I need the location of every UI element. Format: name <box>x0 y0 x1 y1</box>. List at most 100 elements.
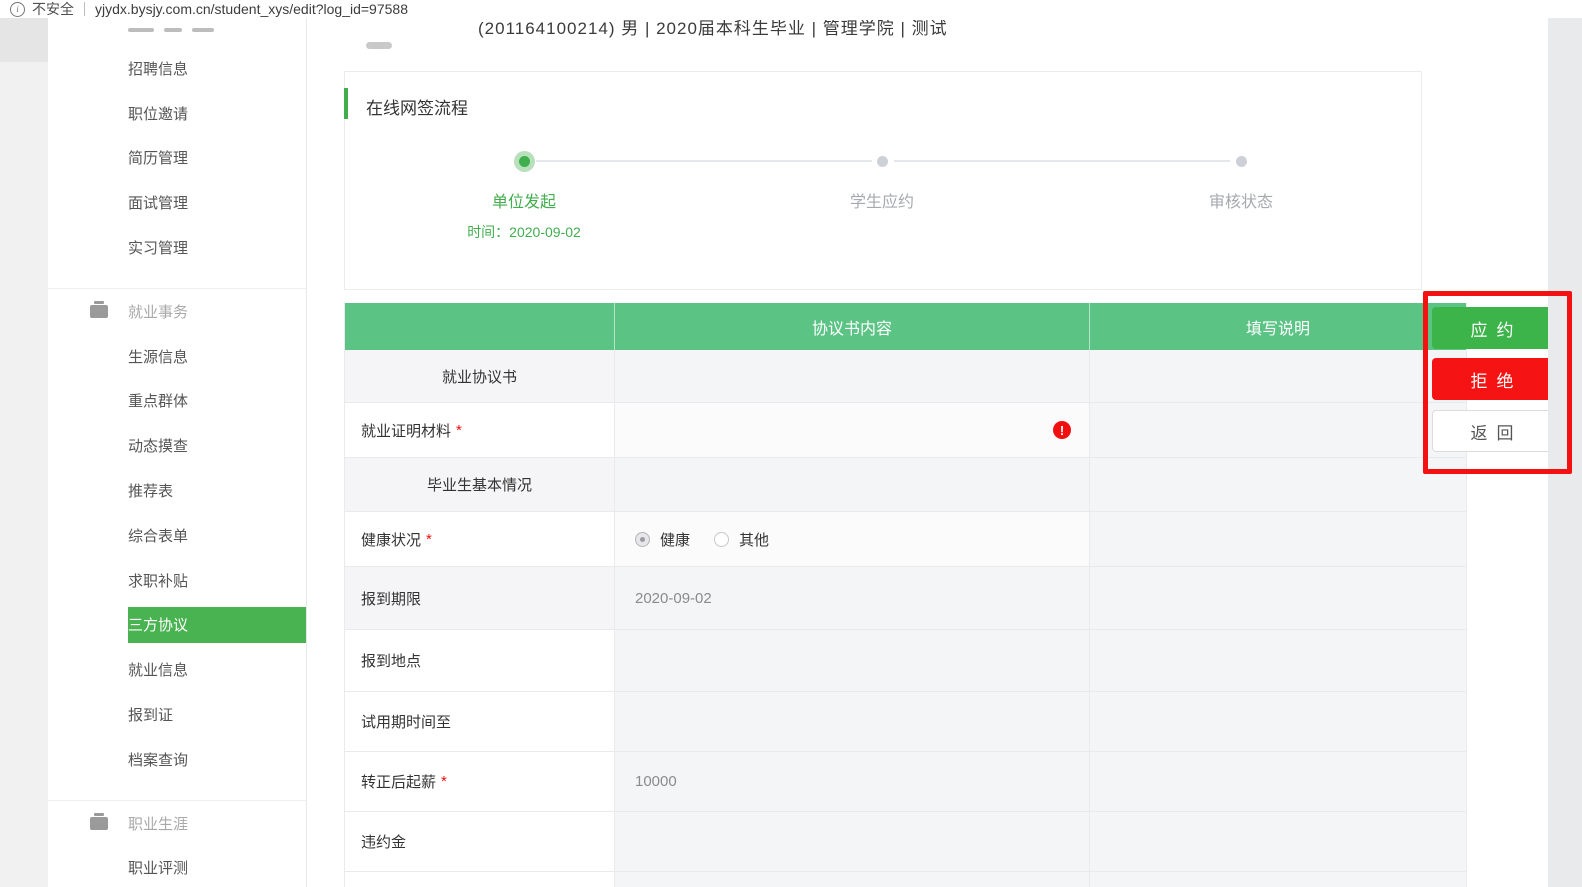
step-active-dot <box>519 156 530 167</box>
sidebar-item-实习管理[interactable]: 实习管理 <box>48 225 306 270</box>
app-window: i 不安全 yjydx.bysjy.com.cn/student_xys/edi… <box>0 0 1582 887</box>
sidebar-item-求职补贴[interactable]: 求职补贴 <box>48 558 306 603</box>
archive-box-icon <box>90 305 108 318</box>
header-cell-empty <box>345 303 615 350</box>
agreement-table: 协议书内容 填写说明 就业协议书就业证明材料*! 毕业生基本情况健康状况 * 健康 其他… <box>344 303 1467 887</box>
radio-其他[interactable] <box>714 532 729 547</box>
sidebar-item-报到证[interactable]: 报到证 <box>48 692 306 737</box>
title-accent-bar <box>344 88 348 119</box>
row-content-cell: 健康 其他 <box>615 512 1090 567</box>
row-content-cell <box>615 630 1090 692</box>
row-note-cell <box>1090 812 1466 872</box>
row-note-cell <box>1090 512 1466 567</box>
row-label: 报到期限 <box>361 588 421 609</box>
gutter-top-block <box>0 18 48 62</box>
sidebar-item-职业评测[interactable]: 职业评测 <box>48 846 306 887</box>
row-label: 转正后起薪 <box>361 771 436 792</box>
clipped-menu-item-fragment <box>48 18 306 46</box>
sidebar-item-动态摸查[interactable]: 动态摸查 <box>48 423 306 468</box>
sidebar-group: 职业生涯职业评测 <box>48 800 306 887</box>
step-label-2: 学生应约 <box>802 188 962 212</box>
row-content-cell <box>615 458 1090 512</box>
header-cell-content: 协议书内容 <box>615 303 1090 350</box>
row-note-cell <box>1090 872 1466 887</box>
sidebar-item-就业信息[interactable]: 就业信息 <box>48 647 306 692</box>
row-content-cell <box>615 350 1090 403</box>
sidebar-item-面试管理[interactable]: 面试管理 <box>48 180 306 225</box>
radio-label: 健康 <box>660 529 690 550</box>
accept-button[interactable]: 应约 <box>1432 307 1552 349</box>
student-info-text: (201164100214) 男 | 2020届本科生毕业 | 管理学院 | 测… <box>478 20 948 39</box>
required-asterisk: * <box>426 531 432 548</box>
table-row: 就业证明材料*! <box>345 403 1466 458</box>
row-label-cell: 就业协议书 <box>345 350 615 403</box>
sidebar-item-生源信息[interactable]: 生源信息 <box>48 334 306 379</box>
radio-group: 健康 其他 <box>635 529 783 550</box>
row-label-cell: 报到地点 <box>345 630 615 692</box>
scrollbar-track[interactable] <box>1548 18 1582 887</box>
table-row: 报到期限 2020-09-02 <box>345 567 1466 630</box>
process-card-title: 在线网签流程 <box>366 94 468 119</box>
table-row: 违约金 <box>345 812 1466 872</box>
sidebar-item-招聘信息[interactable]: 招聘信息 <box>48 46 306 91</box>
header-cell-notes: 填写说明 <box>1090 303 1466 350</box>
sidebar-item-简历管理[interactable]: 简历管理 <box>48 136 306 181</box>
field-value: 2020-09-02 <box>635 590 712 607</box>
student-info-line: (201164100214) 男 | 2020届本科生毕业 | 管理学院 | 测… <box>478 20 948 46</box>
url-text[interactable]: yjydx.bysjy.com.cn/student_xys/edit?log_… <box>95 1 408 17</box>
back-button[interactable]: 返回 <box>1432 410 1552 452</box>
table-header-row: 协议书内容 填写说明 <box>345 303 1466 350</box>
exclamation-circle-icon: ! <box>1053 421 1071 439</box>
step-connector <box>894 160 1230 162</box>
row-label-cell: 违约金 <box>345 812 615 872</box>
row-content-cell <box>615 692 1090 752</box>
row-note-cell <box>1090 458 1466 512</box>
row-label: 报到地点 <box>361 650 421 671</box>
sidebar-group: 招聘信息职位邀请简历管理面试管理实习管理 <box>48 46 306 270</box>
row-label-cell: 转正后起薪 * <box>345 752 615 812</box>
row-label-cell: 健康状况 * <box>345 512 615 567</box>
briefcase-icon <box>90 817 108 830</box>
sidebar-item-推荐表[interactable]: 推荐表 <box>48 468 306 513</box>
sidebar-item-综合表单[interactable]: 综合表单 <box>48 513 306 558</box>
row-content-cell <box>615 872 1090 887</box>
row-content-cell <box>615 812 1090 872</box>
row-label-cell: 报到期限 <box>345 567 615 630</box>
page-left-gutter <box>0 18 48 887</box>
radio-健康[interactable] <box>635 532 650 547</box>
security-label: 不安全 <box>32 0 74 19</box>
info-circle-icon[interactable]: i <box>10 2 25 17</box>
required-asterisk: * <box>456 422 462 439</box>
table-row <box>345 872 1466 887</box>
required-asterisk: * <box>441 773 447 790</box>
sidebar-item-重点群体[interactable]: 重点群体 <box>48 379 306 424</box>
table-row: 转正后起薪 * 10000 <box>345 752 1466 812</box>
sidebar-item-三方协议[interactable]: 三方协议 <box>48 603 306 648</box>
row-note-cell <box>1090 567 1466 630</box>
process-card: 在线网签流程 单位发起 学生应约 审核状态 时间：2020-09-02 <box>344 71 1422 290</box>
step-time-text: 时间：2020-09-02 <box>414 222 634 242</box>
sidebar-item-档案查询[interactable]: 档案查询 <box>48 737 306 782</box>
step-label-3: 审核状态 <box>1161 188 1321 212</box>
sidebar: 招聘信息职位邀请简历管理面试管理实习管理就业事务生源信息重点群体动态摸查推荐表综… <box>48 18 307 887</box>
row-label: 毕业生基本情况 <box>427 474 532 495</box>
main-content: (201164100214) 男 | 2020届本科生毕业 | 管理学院 | 测… <box>307 18 1582 887</box>
table-row: 报到地点 <box>345 630 1466 692</box>
row-label-cell: 就业证明材料* <box>345 403 615 458</box>
sidebar-section-header: 就业事务 <box>48 289 306 334</box>
step-connector <box>536 160 872 162</box>
reject-button[interactable]: 拒绝 <box>1432 358 1552 400</box>
sidebar-group: 就业事务生源信息重点群体动态摸查推荐表综合表单求职补贴三方协议就业信息报到证档案… <box>48 288 306 782</box>
table-row: 健康状况 * 健康 其他 <box>345 512 1466 567</box>
browser-address-bar[interactable]: i 不安全 yjydx.bysjy.com.cn/student_xys/edi… <box>0 0 1582 19</box>
sidebar-item-职位邀请[interactable]: 职位邀请 <box>48 91 306 136</box>
radio-label: 其他 <box>739 529 769 550</box>
step-label-1: 单位发起 <box>444 188 604 212</box>
sidebar-section-header: 职业生涯 <box>48 801 306 846</box>
row-label: 违约金 <box>361 831 406 852</box>
row-content-cell: ! <box>615 403 1090 458</box>
row-label: 健康状况 <box>361 529 421 550</box>
row-content-cell: 10000 <box>615 752 1090 812</box>
avatar-fragment <box>366 42 392 49</box>
row-note-cell <box>1090 403 1466 458</box>
